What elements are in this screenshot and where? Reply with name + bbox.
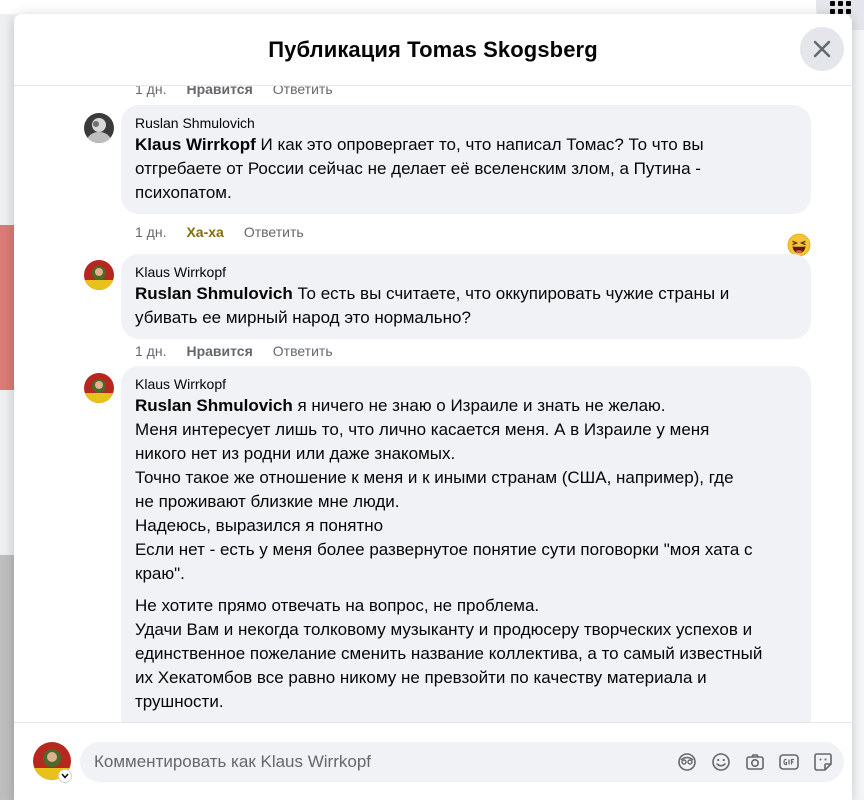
comment-bubble: Klaus Wirrkopf Ruslan Shmulovich То есть… [121,254,811,339]
avatar[interactable] [84,373,114,403]
comment-text: Не хотите прямо отвечать на вопрос, не п… [135,594,797,714]
comment-line: Точно такое же отношение к меня и к иным… [135,468,734,487]
close-icon [813,40,831,58]
comment-time[interactable]: 1 дн. [135,223,166,241]
avatar[interactable] [84,113,114,143]
comment-line: Не хотите прямо отвечать на вопрос, не п… [135,596,540,615]
chevron-down-icon [61,773,69,779]
like-button[interactable]: Нравится [186,342,252,360]
reply-button[interactable]: Ответить [244,223,304,241]
comment-bubble: Ruslan Shmulovich Klaus Wirrkopf И как э… [121,105,811,214]
close-button[interactable] [800,27,844,71]
comment-line: убивать ее мирный народ это нормально? [135,308,471,327]
comment-text: Klaus Wirrkopf И как это опровергает то,… [135,133,797,205]
comment-line: Удачи Вам и некогда толковому музыканту … [135,620,753,639]
avatar-photo [84,113,114,143]
comment-time[interactable]: 1 дн. [135,86,166,98]
reply-button[interactable]: Ответить [273,342,333,360]
comment-line: никого нет из родни или даже знакомых. [135,444,456,463]
emoji-button[interactable] [710,751,732,773]
comment-author[interactable]: Klaus Wirrkopf [135,374,797,394]
composer-toolbar [676,751,834,773]
comment-line: трушности. [135,692,224,711]
comment-line: не проживают близкие мне люди. [135,492,400,511]
comment-line: я ничего не знаю о Израиле и знать не же… [297,396,666,415]
mention-link[interactable]: Ruslan Shmulovich [135,284,293,303]
mention-link[interactable]: Ruslan Shmulovich [135,396,293,415]
comments-list: 1 дн. Нравится Ответить Ruslan Shmulovic… [14,86,852,722]
modal-title: Публикация Tomas Skogsberg [268,36,598,62]
comment-line: их Хекатомбов все равно никому не превзо… [135,668,707,687]
modal-header: Публикация Tomas Skogsberg [14,14,852,86]
comment-author[interactable]: Ruslan Shmulovich [135,113,797,133]
haha-reaction-button[interactable]: Ха-ха [186,223,223,241]
camera-icon [746,754,764,770]
like-button[interactable]: Нравится [186,86,252,98]
avatar-photo [84,373,114,403]
sticker-button[interactable] [812,751,834,773]
sticker-icon [814,753,832,771]
comment-actions: 1 дн. Нравится Ответить [135,86,333,98]
comment-author[interactable]: Klaus Wirrkopf [135,262,797,282]
comment-actions: 1 дн. Ха-ха Ответить [135,223,304,241]
camera-button[interactable] [744,751,766,773]
comment-time[interactable]: 1 дн. [135,342,166,360]
comment-line: краю". [135,564,185,583]
mention-link[interactable]: Klaus Wirrkopf [135,135,256,154]
post-modal: Публикация Tomas Skogsberg 1 дн. Нравитс… [14,14,852,800]
comment-line: То есть вы считаете, что оккупировать чу… [297,284,730,303]
comment-line: Если нет - есть у меня более развернутое… [135,540,753,559]
comment-text: Ruslan Shmulovich То есть вы считаете, ч… [135,282,797,330]
profile-switch-button[interactable] [58,769,72,783]
comment-bubble: Klaus Wirrkopf Ruslan Shmulovich я ничег… [121,366,811,722]
gif-icon [779,754,799,770]
emoji-icon [712,753,730,771]
comment-composer [14,722,852,800]
comment-line: единственное пожелание сменить название … [135,644,763,663]
comment-actions: 1 дн. Нравится Ответить [135,342,333,360]
comment-line: И как это опровергает то, что написал То… [260,135,704,154]
comment-line: отгребаете от России сейчас не делает её… [135,159,701,178]
comment-line: Меня интересует лишь то, что лично касае… [135,420,710,439]
reply-button[interactable]: Ответить [273,86,333,98]
avatar-sticker-button[interactable] [676,751,698,773]
comment-line: психопатом. [135,183,232,202]
avatar[interactable] [84,260,114,290]
gif-button[interactable] [778,751,800,773]
avatar-sticker-icon [678,753,696,771]
comment-line: Надеюсь, выразился я понятно [135,516,384,535]
avatar-photo [84,260,114,290]
comment-text: Ruslan Shmulovich я ничего не знаю о Изр… [135,394,797,586]
